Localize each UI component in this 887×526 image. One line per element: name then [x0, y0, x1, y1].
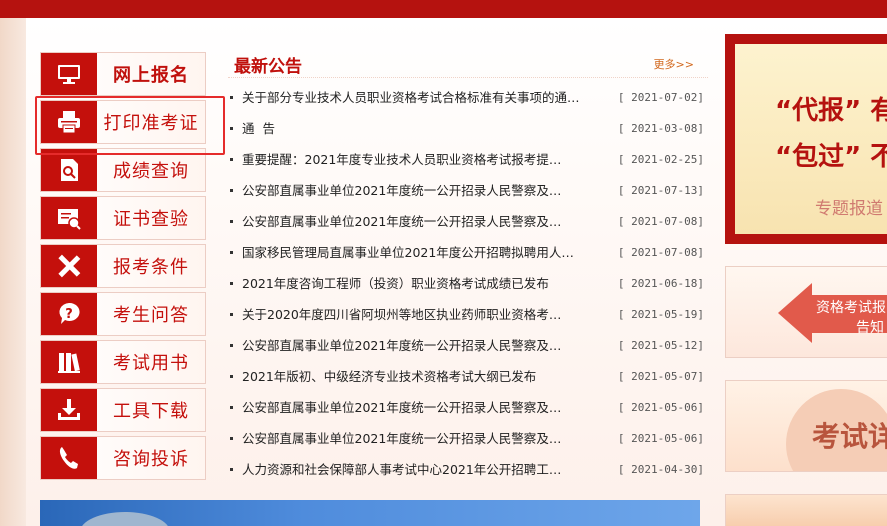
menu-item-tool-download[interactable]: 工具下载 [40, 388, 206, 432]
list-item[interactable]: 通 告[ 2021-03-08] [228, 113, 708, 144]
news-item-title[interactable]: 国家移民管理局直属事业单位2021年度公开招聘拟聘用人… [242, 237, 622, 268]
menu-item-exam-books[interactable]: 考试用书 [40, 340, 206, 384]
list-item[interactable]: 2021年版初、中级经济专业技术资格考试大纲已发布[ 2021-05-07] [228, 361, 708, 392]
news-item-date: [ 2021-05-12] [617, 339, 704, 352]
banner-line: 资格考试报 [816, 300, 886, 316]
menu-item-exam-requirements[interactable]: 报考条件 [40, 244, 206, 288]
news-item-date: [ 2021-03-08] [617, 122, 704, 135]
list-item[interactable]: 公安部直属事业单位2021年度统一公开招录人民警察及…[ 2021-05-12] [228, 330, 708, 361]
news-item-title[interactable]: 关于2020年度四川省阿坝州等地区执业药师职业资格考… [242, 299, 622, 330]
list-item[interactable]: 关于部分专业技术人员职业资格考试合格标准有关事项的通…[ 2021-07-02] [228, 82, 708, 113]
news-item-date: [ 2021-05-06] [617, 432, 704, 445]
news-item-date: [ 2021-05-06] [617, 401, 704, 414]
news-item-date: [ 2021-02-25] [617, 153, 704, 166]
ruler-pencil-icon [41, 245, 97, 287]
service-menu: 网上报名 打印准考证 成绩查询 证书查验 报考条件 ? 考生问答 考试用书 工具… [40, 52, 208, 484]
news-item-date: [ 2021-05-07] [617, 370, 704, 383]
news-item-title[interactable]: 公安部直属事业单位2021年度统一公开招录人民警察及… [242, 175, 622, 206]
menu-item-print-admission-ticket[interactable]: 打印准考证 [40, 100, 206, 144]
monitor-icon [41, 53, 97, 95]
special-report-banner-inner: “代报” 有 “包过” 不 专题报道 [735, 44, 887, 234]
menu-item-online-registration[interactable]: 网上报名 [40, 52, 206, 96]
banner-subtitle: 专题报道 [815, 199, 883, 219]
menu-item-label: 考生问答 [113, 305, 189, 326]
menu-item-score-query[interactable]: 成绩查询 [40, 148, 206, 192]
menu-item-label: 咨询投诉 [113, 449, 189, 470]
books-icon [41, 341, 97, 383]
news-item-title[interactable]: 公安部直属事业单位2021年度统一公开招录人民警察及… [242, 423, 622, 454]
menu-item-label: 打印准考证 [103, 113, 199, 134]
phone-icon [41, 437, 97, 479]
bottom-image-banner[interactable] [40, 500, 700, 526]
list-item[interactable]: 公安部直属事业单位2021年度统一公开招录人民警察及…[ 2021-05-06] [228, 423, 708, 454]
arrow-left-icon [778, 283, 812, 343]
news-item-date: [ 2021-07-08] [617, 215, 704, 228]
news-item-title[interactable]: 关于部分专业技术人员职业资格考试合格标准有关事项的通… [242, 82, 622, 113]
banner-line: “代报” 有 [775, 96, 887, 126]
list-item[interactable]: 人力资源和社会保障部人事考试中心2021年公开招聘工…[ 2021-04-30] [228, 454, 708, 485]
qualification-notice-banner[interactable]: 资格考试报 告知 [725, 266, 887, 358]
news-item-date: [ 2021-04-30] [617, 463, 704, 476]
news-item-date: [ 2021-06-18] [617, 277, 704, 290]
menu-item-label: 报考条件 [113, 257, 189, 278]
latest-announcements: 最新公告 更多>> 关于部分专业技术人员职业资格考试合格标准有关事项的通…[ 2… [228, 52, 708, 485]
menu-item-label: 工具下载 [113, 401, 189, 422]
menu-item-certificate-verify[interactable]: 证书查验 [40, 196, 206, 240]
list-item[interactable]: 公安部直属事业单位2021年度统一公开招录人民警察及…[ 2021-05-06] [228, 392, 708, 423]
question-icon: ? [41, 293, 97, 335]
list-item[interactable]: 公安部直属事业单位2021年度统一公开招录人民警察及…[ 2021-07-13] [228, 175, 708, 206]
menu-item-label: 成绩查询 [113, 161, 189, 182]
news-item-title[interactable]: 公安部直属事业单位2021年度统一公开招录人民警察及… [242, 206, 622, 237]
list-item[interactable]: 公安部直属事业单位2021年度统一公开招录人民警察及…[ 2021-07-08] [228, 206, 708, 237]
banner-line: “包过” 不 [775, 142, 887, 172]
list-item[interactable]: 重要提醒：2021年度专业技术人员职业资格考试报考提…[ 2021-02-25] [228, 144, 708, 175]
news-item-date: [ 2021-07-13] [617, 184, 704, 197]
banner-line: 告知 [856, 320, 884, 336]
news-item-date: [ 2021-07-02] [617, 91, 704, 104]
extra-banner[interactable] [725, 494, 887, 526]
banner-line: 考试详 [812, 420, 887, 453]
special-report-banner[interactable]: “代报” 有 “包过” 不 专题报道 [725, 34, 887, 244]
news-more-link[interactable]: 更多>> [654, 56, 694, 72]
left-decor-strip [0, 18, 26, 526]
top-red-bar [0, 0, 887, 18]
menu-item-label: 网上报名 [113, 65, 189, 86]
list-item[interactable]: 国家移民管理局直属事业单位2021年度公开招聘拟聘用人…[ 2021-07-08… [228, 237, 708, 268]
news-header: 最新公告 更多>> [228, 52, 708, 78]
certificate-search-icon [41, 197, 97, 239]
list-item[interactable]: 2021年度咨询工程师（投资）职业资格考试成绩已发布[ 2021-06-18] [228, 268, 708, 299]
news-title: 最新公告 [234, 57, 302, 77]
menu-item-consult-complaint[interactable]: 咨询投诉 [40, 436, 206, 480]
list-item[interactable]: 关于2020年度四川省阿坝州等地区执业药师职业资格考…[ 2021-05-19] [228, 299, 708, 330]
news-item-title[interactable]: 公安部直属事业单位2021年度统一公开招录人民警察及… [242, 392, 622, 423]
document-search-icon [41, 149, 97, 191]
svg-text:?: ? [65, 307, 73, 322]
news-list: 关于部分专业技术人员职业资格考试合格标准有关事项的通…[ 2021-07-02]… [228, 82, 708, 485]
printer-icon [41, 101, 97, 143]
menu-item-candidate-faq[interactable]: ? 考生问答 [40, 292, 206, 336]
news-item-title[interactable]: 2021年版初、中级经济专业技术资格考试大纲已发布 [242, 361, 622, 392]
exam-details-banner[interactable]: 考试详 [725, 380, 887, 472]
news-item-title[interactable]: 公安部直属事业单位2021年度统一公开招录人民警察及… [242, 330, 622, 361]
news-item-title[interactable]: 通 告 [242, 113, 622, 144]
download-icon [41, 389, 97, 431]
news-item-title[interactable]: 人力资源和社会保障部人事考试中心2021年公开招聘工… [242, 454, 622, 485]
menu-item-label: 证书查验 [113, 209, 189, 230]
menu-item-label: 考试用书 [113, 353, 189, 374]
news-item-title[interactable]: 重要提醒：2021年度专业技术人员职业资格考试报考提… [242, 144, 622, 175]
news-item-date: [ 2021-05-19] [617, 308, 704, 321]
news-item-date: [ 2021-07-08] [617, 246, 704, 259]
news-item-title[interactable]: 2021年度咨询工程师（投资）职业资格考试成绩已发布 [242, 268, 622, 299]
